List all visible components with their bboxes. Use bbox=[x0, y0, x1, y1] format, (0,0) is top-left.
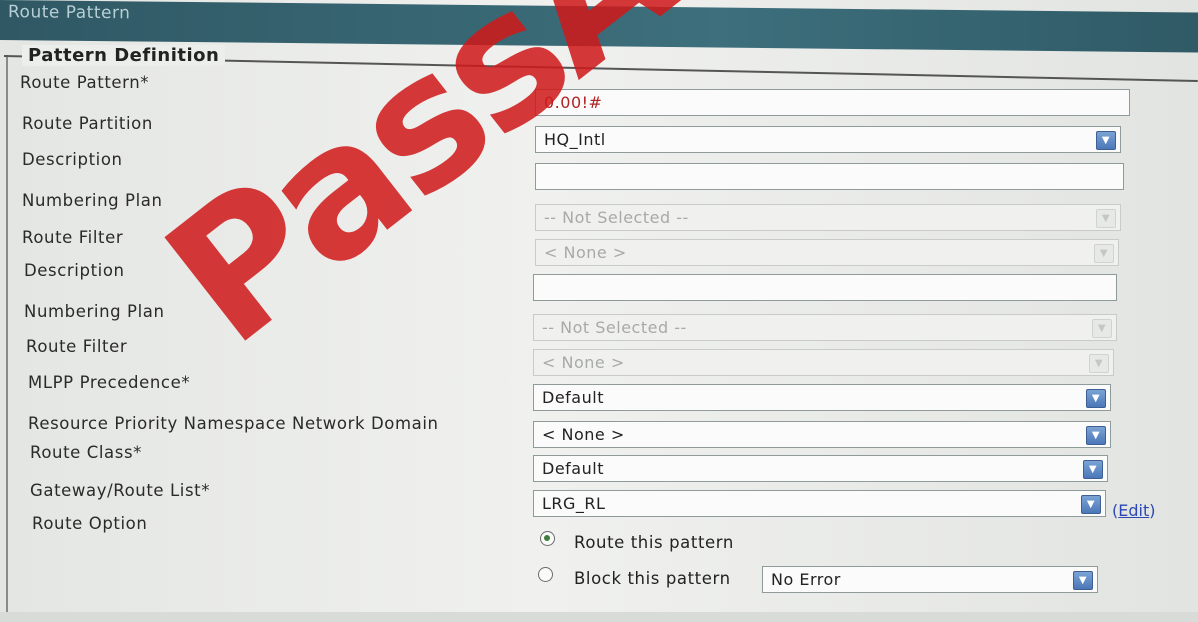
chevron-down-icon[interactable]: ▼ bbox=[1092, 319, 1112, 338]
chevron-down-icon[interactable]: ▼ bbox=[1086, 389, 1106, 408]
route-filter-select-2[interactable]: < None > ▼ bbox=[533, 349, 1114, 376]
route-partition-select[interactable]: HQ_Intl ▼ bbox=[535, 126, 1121, 153]
route-this-pattern-label[interactable]: Route this pattern bbox=[574, 533, 734, 552]
chevron-down-icon[interactable]: ▼ bbox=[1073, 571, 1093, 590]
block-reason-value: No Error bbox=[771, 570, 841, 589]
block-reason-select[interactable]: No Error ▼ bbox=[762, 566, 1098, 593]
numbering-plan-select-2[interactable]: -- Not Selected -- ▼ bbox=[533, 314, 1117, 341]
route-filter-select[interactable]: < None > ▼ bbox=[535, 239, 1119, 266]
label-route-pattern: Route Pattern* bbox=[20, 73, 150, 92]
route-pattern-input[interactable]: 0.00!# bbox=[535, 89, 1130, 116]
edit-link-label[interactable]: Edit bbox=[1118, 501, 1149, 520]
description-input[interactable] bbox=[535, 163, 1124, 190]
label-route-filter-2: Route Filter bbox=[26, 337, 128, 356]
label-description-2: Description bbox=[24, 261, 125, 280]
edit-link-close: ) bbox=[1149, 501, 1156, 520]
label-mlpp-precedence: MLPP Precedence* bbox=[28, 373, 191, 392]
route-filter-2-value: < None > bbox=[542, 353, 625, 372]
window-title: Route Pattern bbox=[8, 2, 131, 24]
mlpp-precedence-value: Default bbox=[542, 388, 604, 407]
route-pattern-value: 0.00!# bbox=[544, 93, 603, 112]
block-this-pattern-radio[interactable] bbox=[538, 567, 553, 582]
route-class-value: Default bbox=[542, 459, 604, 478]
label-route-filter: Route Filter bbox=[22, 228, 124, 247]
chevron-down-icon[interactable]: ▼ bbox=[1096, 209, 1116, 228]
numbering-plan-select[interactable]: -- Not Selected -- ▼ bbox=[535, 204, 1121, 231]
chevron-down-icon[interactable]: ▼ bbox=[1083, 460, 1103, 479]
label-route-option: Route Option bbox=[32, 514, 148, 533]
description-input-2[interactable] bbox=[533, 274, 1117, 301]
resource-priority-select[interactable]: < None > ▼ bbox=[533, 421, 1111, 448]
label-route-partition: Route Partition bbox=[22, 114, 153, 133]
numbering-plan-2-value: -- Not Selected -- bbox=[542, 318, 687, 337]
chevron-down-icon[interactable]: ▼ bbox=[1081, 495, 1101, 514]
route-this-pattern-radio[interactable] bbox=[540, 531, 555, 546]
label-gateway-route-list: Gateway/Route List* bbox=[30, 481, 211, 500]
gateway-route-list-select[interactable]: LRG_RL ▼ bbox=[533, 490, 1106, 517]
chevron-down-icon[interactable]: ▼ bbox=[1086, 426, 1106, 445]
bottom-edge bbox=[0, 612, 1198, 622]
section-border bbox=[6, 55, 8, 615]
label-numbering-plan: Numbering Plan bbox=[22, 191, 163, 210]
route-partition-value: HQ_Intl bbox=[544, 130, 606, 149]
section-title: Pattern Definition bbox=[22, 45, 226, 66]
chevron-down-icon[interactable]: ▼ bbox=[1096, 131, 1116, 150]
block-this-pattern-label[interactable]: Block this pattern bbox=[574, 569, 731, 588]
chevron-down-icon[interactable]: ▼ bbox=[1094, 244, 1114, 263]
resource-priority-value: < None > bbox=[542, 425, 625, 444]
label-resource-priority: Resource Priority Namespace Network Doma… bbox=[28, 414, 439, 433]
label-route-class: Route Class* bbox=[30, 443, 143, 462]
numbering-plan-value: -- Not Selected -- bbox=[544, 208, 689, 227]
route-filter-value: < None > bbox=[544, 243, 627, 262]
chevron-down-icon[interactable]: ▼ bbox=[1089, 354, 1109, 373]
label-numbering-plan-2: Numbering Plan bbox=[24, 302, 165, 321]
gateway-route-list-value: LRG_RL bbox=[542, 494, 606, 513]
route-class-select[interactable]: Default ▼ bbox=[533, 455, 1108, 482]
mlpp-precedence-select[interactable]: Default ▼ bbox=[533, 384, 1111, 411]
label-description: Description bbox=[22, 150, 123, 169]
edit-link[interactable]: (Edit) bbox=[1112, 501, 1155, 520]
route-pattern-screen: Route Pattern Pattern Definition Route P… bbox=[0, 0, 1198, 622]
